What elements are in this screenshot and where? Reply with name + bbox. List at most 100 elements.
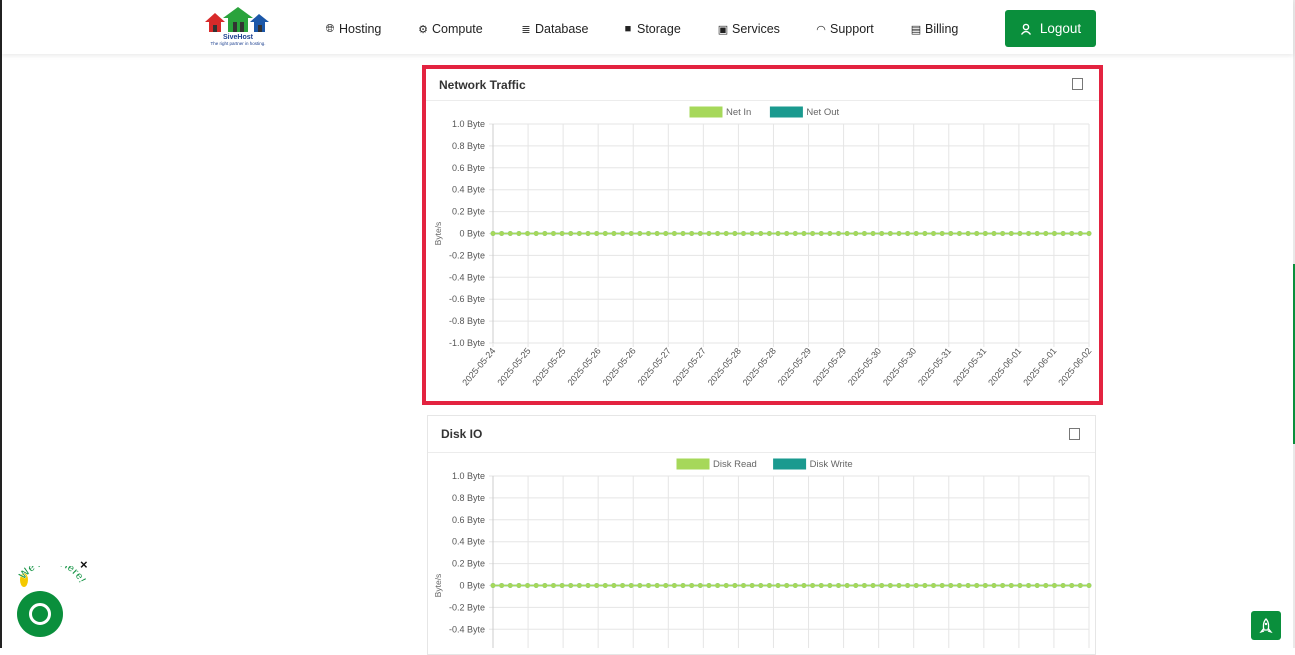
nav-compute[interactable]: ⚙ Compute: [417, 20, 483, 38]
network-traffic-checkbox[interactable]: [1072, 78, 1083, 90]
data-point: [525, 583, 530, 588]
data-point: [585, 231, 591, 236]
data-point: [646, 583, 651, 588]
data-point: [948, 583, 954, 588]
nav-support[interactable]: ◠ Support: [815, 20, 874, 38]
data-point: [715, 583, 720, 588]
data-point: [1026, 231, 1031, 236]
logout-button[interactable]: Logout: [1005, 10, 1096, 47]
data-point: [628, 583, 634, 588]
data-point: [862, 583, 867, 588]
brand-name: SiveHost: [223, 34, 253, 41]
data-point: [957, 231, 962, 236]
data-point: [810, 583, 815, 588]
gift-icon: ▣: [717, 23, 729, 36]
data-point: [576, 231, 582, 236]
data-point: [957, 583, 962, 588]
chat-launcher-button[interactable]: [17, 591, 63, 637]
y-tick-label: 0.6 Byte: [452, 163, 485, 173]
data-point: [723, 231, 729, 236]
legend-label: Net Out: [806, 107, 839, 118]
data-point: [551, 231, 556, 236]
data-point: [663, 231, 669, 236]
y-tick-label: -0.4 Byte: [449, 272, 485, 282]
x-tick-label: 2025-05-29: [811, 346, 848, 388]
data-point: [620, 231, 625, 236]
scroll-to-top-button[interactable]: [1251, 611, 1281, 640]
nav-services[interactable]: ▣ Services: [717, 20, 780, 38]
nav-billing[interactable]: ▤ Billing: [910, 20, 959, 38]
y-axis-label: Byte/s: [433, 222, 443, 246]
data-point: [1086, 583, 1092, 588]
y-tick-label: 1.0 Byte: [452, 119, 485, 129]
data-point: [620, 583, 625, 588]
nav-billing-label: Billing: [925, 22, 959, 36]
data-point: [948, 231, 954, 236]
data-point: [965, 583, 971, 588]
data-point: [568, 583, 574, 588]
data-point: [801, 583, 807, 588]
x-tick-label: 2025-05-26: [601, 346, 638, 388]
x-tick-label: 2025-05-30: [846, 346, 883, 388]
data-point: [801, 231, 807, 236]
data-point: [870, 231, 876, 236]
data-point: [758, 231, 764, 236]
data-point: [853, 231, 859, 236]
data-point: [516, 583, 522, 588]
chat-close-button[interactable]: ×: [80, 557, 88, 572]
disk-io-title: Disk IO: [441, 427, 483, 441]
data-point: [749, 231, 755, 236]
data-point: [1043, 583, 1049, 588]
data-point: [836, 231, 841, 236]
nav-hosting[interactable]: 🌐︎ Hosting: [324, 20, 382, 38]
nav-database[interactable]: ≣ Database: [520, 20, 589, 38]
data-point: [680, 231, 686, 236]
nav-hosting-label: Hosting: [339, 22, 382, 36]
data-point: [663, 583, 669, 588]
data-point: [879, 231, 885, 236]
data-point: [982, 231, 988, 236]
legend-swatch: [773, 458, 807, 470]
y-tick-label: 0.4 Byte: [452, 537, 485, 547]
nav-services-label: Services: [732, 22, 780, 36]
data-point: [1052, 231, 1057, 236]
x-tick-label: 2025-05-31: [916, 346, 953, 388]
data-point: [896, 583, 902, 588]
data-point: [836, 583, 841, 588]
data-point: [611, 583, 617, 588]
x-tick-label: 2025-05-27: [636, 346, 673, 388]
data-point: [767, 231, 772, 236]
headset-icon: ◠: [816, 23, 826, 36]
nav-database-label: Database: [535, 22, 589, 36]
data-point: [1052, 583, 1057, 588]
invoice-icon: ▤: [910, 23, 922, 36]
x-tick-label: 2025-05-25: [495, 346, 532, 388]
data-point: [1008, 583, 1014, 588]
nav-storage[interactable]: ■ Storage: [622, 20, 681, 38]
data-point: [732, 231, 738, 236]
y-tick-label: 0.8 Byte: [452, 493, 485, 503]
x-tick-label: 2025-05-25: [530, 346, 567, 388]
top-navbar: SiveHost The right partner in hosting. 🌐…: [2, 0, 1293, 54]
data-point: [490, 231, 496, 236]
data-point: [991, 231, 997, 236]
data-point: [559, 583, 565, 588]
data-point: [594, 231, 600, 236]
brand-logo[interactable]: SiveHost The right partner in hosting.: [201, 6, 275, 50]
y-tick-label: -1.0 Byte: [449, 338, 485, 348]
data-point: [1026, 583, 1031, 588]
data-point: [939, 583, 945, 588]
data-point: [576, 583, 582, 588]
data-point: [844, 231, 850, 236]
data-point: [913, 583, 919, 588]
disk-io-checkbox[interactable]: [1069, 428, 1080, 440]
data-point: [542, 231, 548, 236]
data-point: [810, 231, 815, 236]
data-point: [1000, 583, 1006, 588]
data-point: [611, 231, 617, 236]
x-tick-label: 2025-05-26: [565, 346, 602, 388]
data-point: [490, 583, 496, 588]
data-point: [844, 583, 850, 588]
data-point: [499, 231, 505, 236]
data-point: [775, 231, 781, 236]
